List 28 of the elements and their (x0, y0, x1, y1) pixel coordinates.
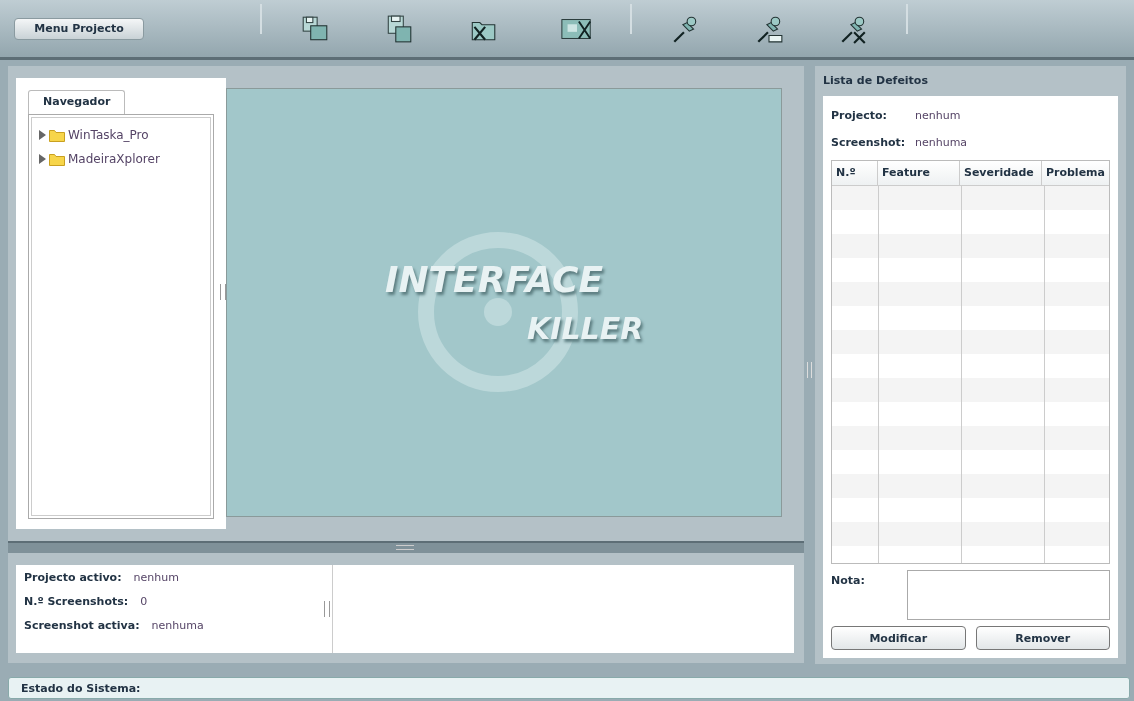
field-value: nenhum (133, 571, 179, 585)
field-label: Nota: (831, 573, 866, 589)
column-header[interactable]: Severidade (959, 161, 1042, 185)
column-header[interactable]: Feature (878, 161, 960, 185)
panel-title: Lista de Defeitos (823, 73, 929, 89)
folder-icon (49, 128, 65, 142)
logo-text: INTERFACE (385, 259, 604, 300)
field-label: Projecto: (831, 109, 888, 122)
column-header[interactable]: Problema (1041, 161, 1109, 185)
field-label: N.º Screenshots: (24, 595, 129, 609)
tree-item[interactable]: MadeiraXplorer (68, 152, 160, 166)
tree-item[interactable]: WinTaska_Pro (68, 128, 149, 142)
field-value: 0 (140, 595, 148, 609)
folder-icon (49, 152, 65, 166)
field-value: nenhuma (915, 136, 968, 149)
status-label: Estado do Sistema: (21, 681, 141, 695)
field-value: nenhuma (151, 619, 204, 633)
navigator-tab[interactable]: Navegador (28, 90, 126, 114)
menu-button[interactable]: Menu Projecto (14, 17, 144, 40)
column-header[interactable]: N.º (832, 161, 878, 185)
field-value: nenhum (915, 109, 961, 122)
field-label: Projecto activo: (24, 571, 122, 585)
remove-button[interactable]: Remover (975, 626, 1110, 650)
note-field[interactable] (907, 570, 1110, 620)
modify-button[interactable]: Modificar (831, 626, 966, 650)
logo-text: KILLER (527, 311, 644, 346)
field-label: Screenshot activa: (24, 619, 140, 633)
field-label: Screenshot: (831, 136, 907, 149)
